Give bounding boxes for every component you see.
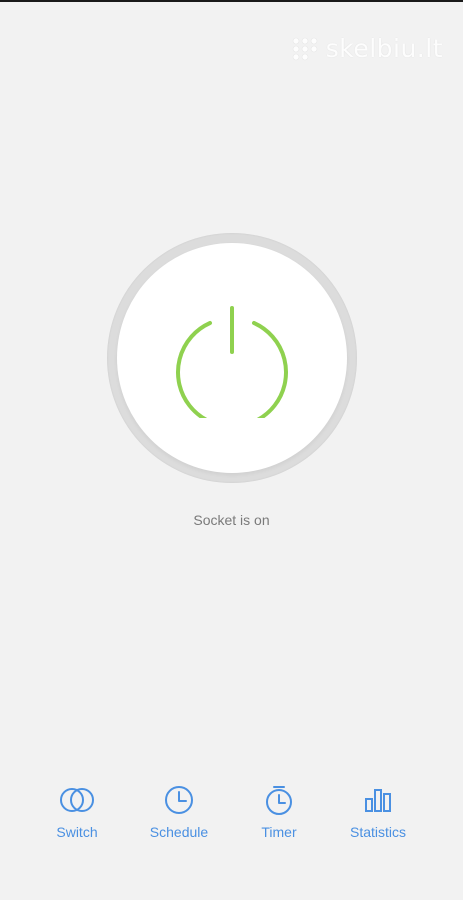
power-button-ring bbox=[107, 233, 357, 483]
watermark-logo-icon bbox=[292, 37, 318, 60]
power-button[interactable] bbox=[117, 243, 347, 473]
tab-switch[interactable]: Switch bbox=[27, 780, 127, 840]
clock-icon bbox=[165, 786, 193, 814]
tab-schedule[interactable]: Schedule bbox=[129, 780, 229, 840]
tab-statistics[interactable]: Statistics bbox=[328, 780, 428, 840]
switch-icon bbox=[60, 788, 94, 812]
status-bar-edge bbox=[0, 0, 463, 2]
socket-status-text: Socket is on bbox=[193, 512, 270, 528]
bar-chart-icon bbox=[365, 789, 391, 812]
bottom-tab-bar: Switch Schedule Timer Statistics bbox=[0, 780, 463, 850]
watermark-text: skelbiu.lt bbox=[325, 34, 443, 63]
tab-switch-label: Switch bbox=[56, 824, 98, 840]
power-icon bbox=[176, 306, 288, 418]
tab-timer-label: Timer bbox=[261, 824, 297, 840]
tab-schedule-label: Schedule bbox=[149, 824, 209, 840]
tab-timer[interactable]: Timer bbox=[229, 780, 329, 840]
stopwatch-icon bbox=[266, 786, 292, 815]
watermark: skelbiu.lt bbox=[290, 34, 443, 63]
tab-statistics-label: Statistics bbox=[349, 824, 406, 840]
